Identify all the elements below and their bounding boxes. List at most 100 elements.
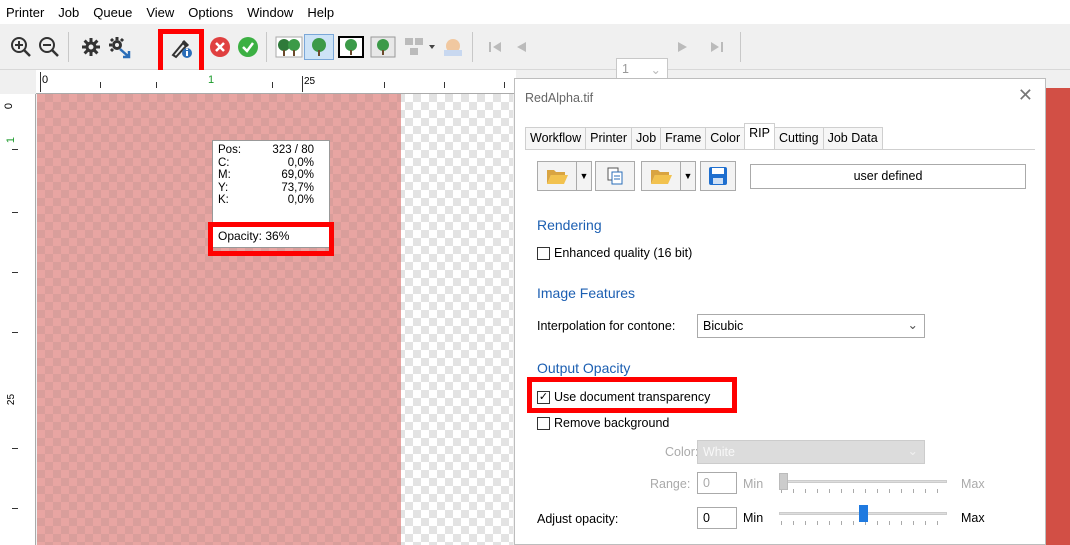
c-value: 0,0% xyxy=(287,156,314,169)
adjust-opacity-label: Adjust opacity: xyxy=(537,512,619,526)
m-label: M: xyxy=(218,169,231,181)
chevron-down-icon: ⌄ xyxy=(907,444,918,458)
tab-rip[interactable]: RIP xyxy=(744,123,775,149)
save-button[interactable] xyxy=(700,161,736,191)
tab-workflow[interactable]: Workflow xyxy=(525,127,587,149)
ruler-top: 0 1 25 xyxy=(36,70,516,94)
checkbox-box xyxy=(537,416,550,430)
adjust-min-label: Min xyxy=(743,511,764,525)
menu-printer[interactable]: Printer xyxy=(6,5,44,20)
range-label: Range: xyxy=(650,477,691,491)
ruler-left-label-25: 25 xyxy=(6,393,18,406)
tree-faded-icon[interactable] xyxy=(440,34,466,60)
menu-view[interactable]: View xyxy=(146,5,174,20)
tab-color[interactable]: Color xyxy=(705,127,746,149)
triangle-down-icon: ▼ xyxy=(579,171,589,181)
color-label: Color: xyxy=(665,445,699,459)
k-value: 0,0% xyxy=(287,194,314,206)
dialog-title: RedAlpha.tif xyxy=(525,91,594,105)
image-features-heading: Image Features xyxy=(537,285,636,301)
pos-label: Pos: xyxy=(218,144,242,156)
interpolation-label: Interpolation for contone: xyxy=(537,319,676,333)
copy-preset-button[interactable] xyxy=(595,161,635,191)
menu-bar: Printer Job Queue View Options Window He… xyxy=(0,0,1070,24)
menu-job[interactable]: Job xyxy=(58,5,79,20)
chevron-down-icon: ⌄ xyxy=(907,318,918,332)
highlight-use-transparency xyxy=(527,377,737,413)
enhanced-quality-label: Enhanced quality (16 bit) xyxy=(554,246,693,260)
tree-pair-icon[interactable] xyxy=(274,34,304,60)
pos-value: 323 / 80 xyxy=(272,144,314,156)
highlight-opacity xyxy=(208,222,334,256)
properties-dialog: RedAlpha.tif ✕ Workflow Printer Job Fram… xyxy=(514,78,1046,545)
tree-icon[interactable] xyxy=(304,34,334,60)
ruler-left: 0 1 25 xyxy=(0,94,36,545)
range-input[interactable]: 0 xyxy=(697,472,737,494)
folder-dropdown-button[interactable]: ▼ xyxy=(680,161,696,191)
remove-background-label: Remove background xyxy=(554,416,670,430)
tree-color-icon[interactable] xyxy=(368,34,398,60)
tab-frame[interactable]: Frame xyxy=(660,127,707,149)
chevron-down-icon: ⌄ xyxy=(650,63,661,77)
next-page-icon[interactable] xyxy=(670,34,696,60)
folder-open-icon xyxy=(547,170,568,184)
enhanced-quality-checkbox[interactable]: Enhanced quality (16 bit) xyxy=(537,246,692,260)
y-label: Y: xyxy=(218,181,229,194)
tab-cutting[interactable]: Cutting xyxy=(774,127,824,149)
preset-dropdown-button[interactable]: ▼ xyxy=(576,161,592,191)
toolbar: 1 ⌄ xyxy=(0,24,1070,82)
tree-split-icon[interactable] xyxy=(402,34,438,60)
ruler-top-label-1: 1 xyxy=(208,74,215,86)
color-select[interactable]: White ⌄ xyxy=(697,440,925,464)
adjust-slider-thumb[interactable] xyxy=(858,505,868,522)
zoom-out-icon[interactable] xyxy=(36,34,62,60)
close-icon[interactable]: ✕ xyxy=(1018,85,1033,106)
gear-arrow-icon[interactable] xyxy=(106,34,132,60)
remove-background-checkbox[interactable]: Remove background xyxy=(537,416,669,430)
tab-printer[interactable]: Printer xyxy=(585,127,632,149)
c-label: C: xyxy=(218,156,230,169)
checkbox-box xyxy=(537,246,550,260)
first-page-icon[interactable] xyxy=(482,34,508,60)
menu-window[interactable]: Window xyxy=(247,5,293,20)
range-min-label: Min xyxy=(743,477,764,491)
preset-name-field[interactable]: user defined xyxy=(750,164,1026,189)
ruler-left-label-1: 1 xyxy=(5,136,18,144)
output-opacity-heading: Output Opacity xyxy=(537,360,631,376)
cancel-icon[interactable] xyxy=(207,34,233,60)
tab-job-data[interactable]: Job Data xyxy=(822,127,883,149)
rendering-heading: Rendering xyxy=(537,217,602,233)
prev-page-icon[interactable] xyxy=(508,34,534,60)
open-preset-button[interactable] xyxy=(537,161,577,191)
folder-icon xyxy=(651,170,672,184)
tab-bar: Workflow Printer Job Frame Color RIP Cut… xyxy=(525,123,883,149)
ok-icon[interactable] xyxy=(235,34,261,60)
open-folder-button[interactable] xyxy=(641,161,681,191)
k-label: K: xyxy=(218,194,229,206)
page-value: 1 xyxy=(622,62,629,76)
range-max-label: Max xyxy=(961,477,985,491)
last-page-icon[interactable] xyxy=(704,34,730,60)
tab-job[interactable]: Job xyxy=(631,127,662,149)
save-icon xyxy=(709,167,727,185)
zoom-in-icon[interactable] xyxy=(8,34,34,60)
menu-help[interactable]: Help xyxy=(307,5,334,20)
ruler-top-label-0: 0 xyxy=(42,74,49,86)
adjust-max-label: Max xyxy=(961,511,985,525)
gear-icon[interactable] xyxy=(78,34,104,60)
copy-icon xyxy=(607,167,623,185)
ruler-top-label-25: 25 xyxy=(304,76,316,87)
menu-queue[interactable]: Queue xyxy=(93,5,132,20)
interpolation-select[interactable]: Bicubic ⌄ xyxy=(697,314,925,338)
tree-frame-icon[interactable] xyxy=(336,34,366,60)
interpolation-value: Bicubic xyxy=(703,319,744,333)
m-value: 69,0% xyxy=(281,169,314,181)
range-slider-thumb[interactable] xyxy=(779,473,788,490)
range-slider-track[interactable] xyxy=(779,480,947,483)
adjust-opacity-input[interactable]: 0 xyxy=(697,507,737,529)
ruler-left-label-0: 0 xyxy=(3,102,16,110)
triangle-down-icon: ▼ xyxy=(683,171,693,181)
menu-options[interactable]: Options xyxy=(188,5,233,20)
color-value: White xyxy=(703,445,735,459)
y-value: 73,7% xyxy=(281,181,314,194)
